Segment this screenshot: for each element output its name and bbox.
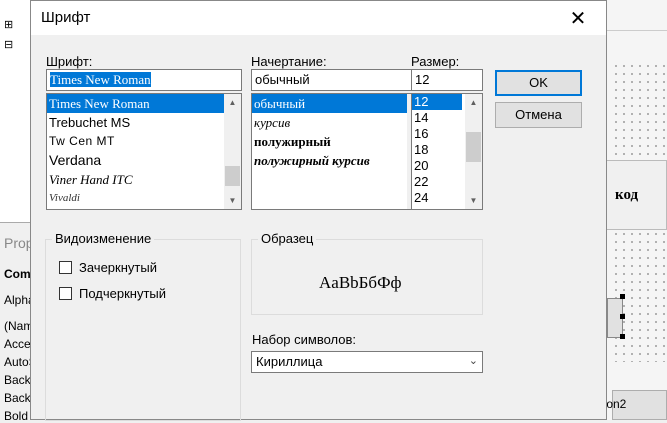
resize-handle[interactable] xyxy=(620,334,625,339)
sample-preview-text: AaBbБбФф xyxy=(319,273,402,292)
scroll-down-icon[interactable]: ▼ xyxy=(224,192,241,209)
ok-button[interactable]: OK xyxy=(495,70,582,96)
font-name-input[interactable]: Times New Roman xyxy=(46,69,242,91)
font-dialog: Шрифт ✕ Шрифт: Times New Roman Times New… xyxy=(30,0,607,421)
property-row[interactable]: AutoSize xyxy=(4,355,32,369)
resize-handle[interactable] xyxy=(620,314,625,319)
charset-select[interactable]: Кириллица ⌄ xyxy=(251,351,483,373)
font-label: Шрифт: xyxy=(46,54,93,69)
designer-command-button[interactable]: ton2 xyxy=(603,390,667,420)
chevron-down-icon[interactable]: ⌄ xyxy=(469,354,478,367)
style-list-item[interactable]: курсив xyxy=(252,113,424,132)
property-row[interactable]: Accelerator xyxy=(4,337,32,351)
tab-alphabetic[interactable]: Alphab xyxy=(4,293,32,307)
effects-group-title: Видоизменение xyxy=(52,231,155,246)
font-name-value: Times New Roman xyxy=(50,72,151,87)
font-size-value: 12 xyxy=(415,72,430,87)
close-icon[interactable]: ✕ xyxy=(566,6,590,31)
size-list-item[interactable]: 12 xyxy=(412,94,462,110)
tree-node-icon[interactable]: ⊟ xyxy=(4,38,32,51)
font-size-input[interactable]: 12 xyxy=(411,69,483,91)
size-label: Размер: xyxy=(411,54,460,69)
font-style-input[interactable]: обычный xyxy=(251,69,425,91)
font-list-item[interactable]: Trebuchet MS xyxy=(47,113,241,132)
property-row[interactable]: (Name) xyxy=(4,319,32,333)
dialog-titlebar[interactable]: Шрифт ✕ xyxy=(31,1,606,35)
scroll-thumb[interactable] xyxy=(466,132,481,162)
properties-window: Propert Comma Alphab (Name) Accelerator … xyxy=(0,222,32,423)
font-list-item[interactable]: Viner Hand ITC xyxy=(47,170,241,189)
font-list[interactable]: Times New Roman Trebuchet MS Tw Cen MT V… xyxy=(46,93,242,210)
property-row[interactable]: BackStyle xyxy=(4,391,32,405)
scroll-thumb[interactable] xyxy=(225,166,240,186)
strikeout-label[interactable]: Зачеркнутый xyxy=(79,260,157,275)
underline-label[interactable]: Подчеркнутый xyxy=(79,286,166,301)
tree-node-icon[interactable]: ⊞ xyxy=(4,18,32,31)
style-list[interactable]: обычный курсив полужирный полужирный кур… xyxy=(251,93,425,210)
font-list-item[interactable]: Tw Cen MT xyxy=(47,132,241,151)
font-style-value: обычный xyxy=(255,72,310,87)
charset-value: Кириллица xyxy=(256,354,323,369)
font-list-item[interactable]: Times New Roman xyxy=(47,94,241,113)
scroll-up-icon[interactable]: ▲ xyxy=(465,94,482,111)
designer-label-text: код xyxy=(615,187,639,203)
sample-group-title: Образец xyxy=(258,231,317,246)
style-list-item[interactable]: полужирный xyxy=(252,132,424,151)
properties-title: Propert xyxy=(4,235,32,251)
style-label: Начертание: xyxy=(251,54,327,69)
size-list-scrollbar[interactable]: ▲ ▼ xyxy=(465,94,482,209)
font-list-scrollbar[interactable]: ▲ ▼ xyxy=(224,94,241,209)
size-list[interactable]: 12 14 16 18 20 22 24 ▲ ▼ xyxy=(411,93,483,210)
style-list-item[interactable]: обычный xyxy=(252,94,424,113)
resize-handle[interactable] xyxy=(620,294,625,299)
font-list-item[interactable]: Verdana xyxy=(47,151,241,170)
designer-label-control[interactable]: код xyxy=(607,160,667,230)
object-combo[interactable]: Comma xyxy=(4,267,32,281)
charset-label: Набор символов: xyxy=(252,332,357,347)
property-row[interactable]: Bold xyxy=(4,409,32,423)
scroll-up-icon[interactable]: ▲ xyxy=(224,94,241,111)
dialog-title: Шрифт xyxy=(41,9,91,26)
scroll-down-icon[interactable]: ▼ xyxy=(465,192,482,209)
font-list-item[interactable]: Vivaldi xyxy=(47,189,241,208)
style-list-item[interactable]: полужирный курсив xyxy=(252,151,424,170)
strikeout-checkbox[interactable] xyxy=(59,261,72,274)
cancel-button[interactable]: Отмена xyxy=(495,102,582,128)
property-row[interactable]: BackColor xyxy=(4,373,32,387)
underline-checkbox[interactable] xyxy=(59,287,72,300)
